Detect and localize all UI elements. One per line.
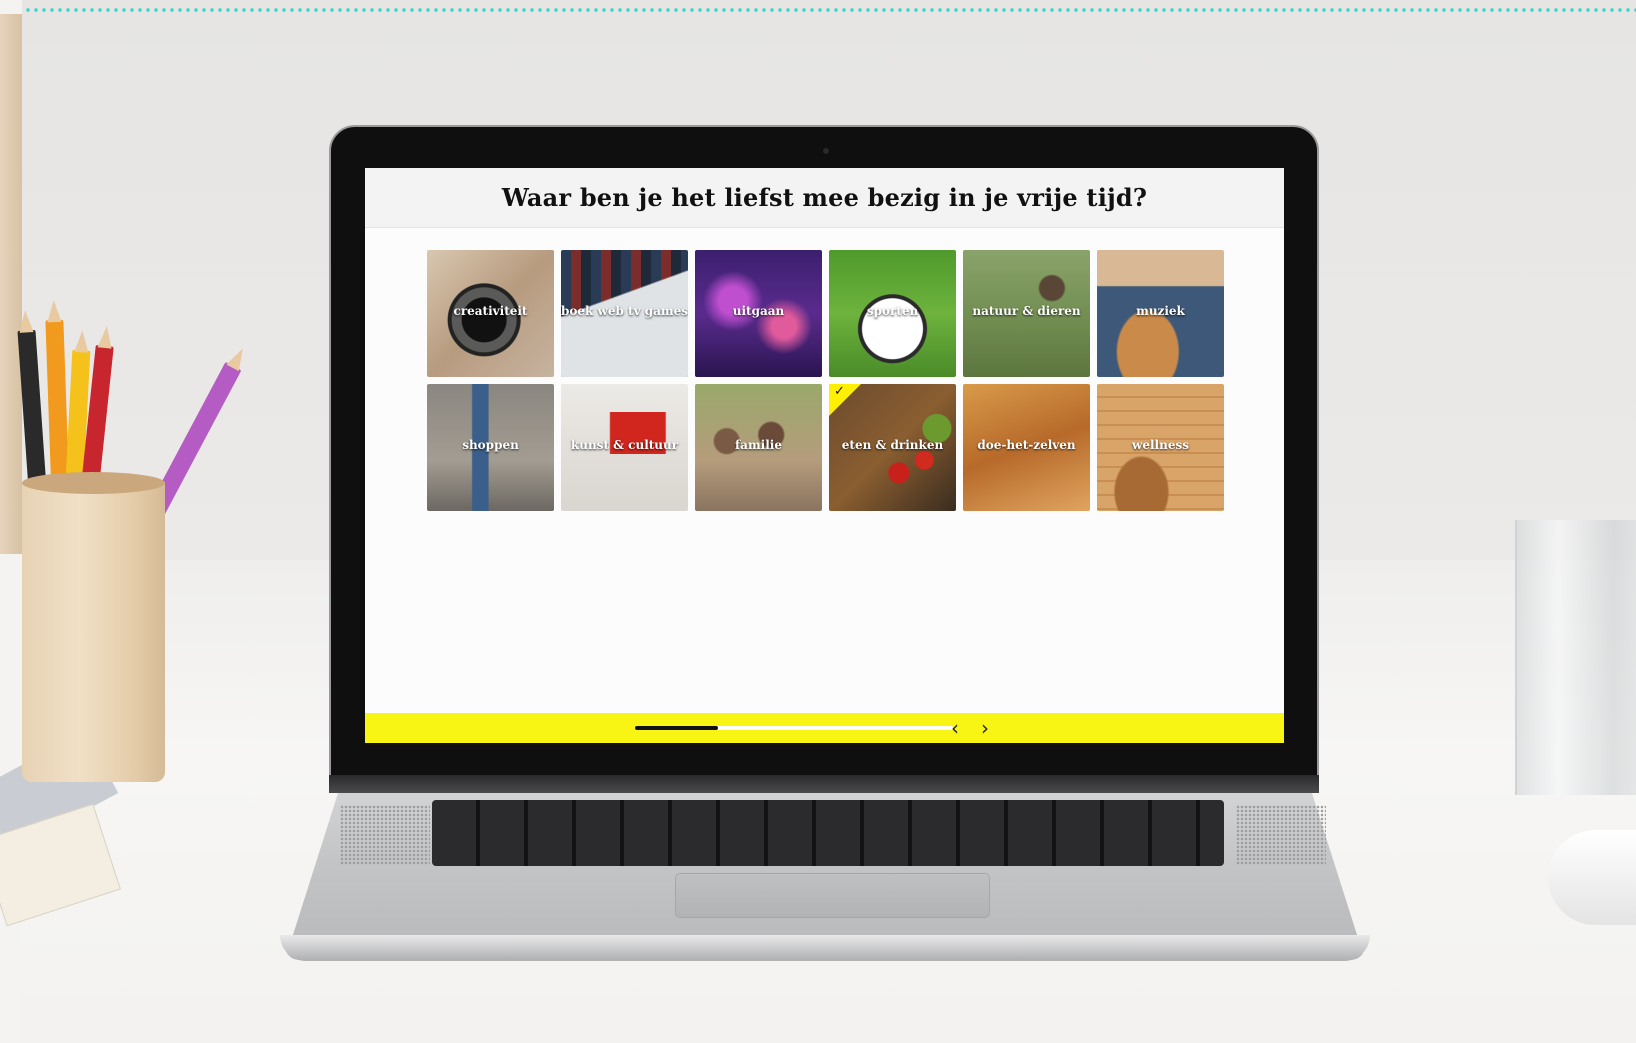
category-tile-shoppen[interactable]: shoppen — [427, 384, 554, 511]
quiz-footer: ‹ › — [365, 713, 1284, 743]
speaker-grille-right — [1236, 805, 1326, 865]
category-tile-natuur-en-dieren[interactable]: natuur & dieren — [963, 250, 1090, 377]
category-tile-wellness[interactable]: wellness — [1097, 384, 1224, 511]
chevron-right-icon[interactable]: › — [973, 716, 997, 740]
category-label: kunst & cultuur — [570, 438, 679, 452]
pencil-cup — [22, 472, 165, 782]
category-tile-muziek[interactable]: muziek — [1097, 250, 1224, 377]
laptop-hinge — [329, 775, 1319, 793]
laptop-screen: Waar ben je het liefst mee bezig in je v… — [365, 168, 1284, 743]
category-label: muziek — [1136, 304, 1185, 318]
desk-scene: Waar ben je het liefst mee bezig in je v… — [0, 0, 1636, 1043]
category-tile-kunst-en-cultuur[interactable]: kunst & cultuur — [561, 384, 688, 511]
category-label: familie — [735, 438, 782, 452]
mouse — [1548, 830, 1636, 925]
category-label: shoppen — [462, 438, 519, 452]
category-tile-eten-en-drinken[interactable]: ✓ eten & drinken — [829, 384, 956, 511]
question-header: Waar ben je het liefst mee bezig in je v… — [365, 168, 1284, 228]
keyboard — [432, 800, 1224, 866]
category-label: boek web tv games — [561, 304, 688, 318]
check-icon: ✓ — [834, 384, 845, 399]
category-label: eten & drinken — [841, 438, 944, 452]
category-label: wellness — [1132, 438, 1189, 452]
category-label: creativiteit — [453, 304, 528, 318]
question-title: Waar ben je het liefst mee bezig in je v… — [501, 183, 1148, 212]
category-tile-familie[interactable]: familie — [695, 384, 822, 511]
category-tile-creativiteit[interactable]: creativiteit — [427, 250, 554, 377]
category-label: uitgaan — [732, 304, 785, 318]
category-grid: creativiteit boek web tv games uitgaan s… — [427, 250, 1224, 511]
speaker-grille-left — [340, 805, 430, 865]
category-tile-sporten[interactable]: sporten — [829, 250, 956, 377]
camera-icon — [823, 148, 829, 154]
dotted-border — [0, 8, 1636, 12]
water-glass — [1515, 520, 1636, 795]
category-label: natuur & dieren — [972, 304, 1081, 318]
chevron-left-icon[interactable]: ‹ — [943, 716, 967, 740]
category-tile-uitgaan[interactable]: uitgaan — [695, 250, 822, 377]
progress-fill — [635, 726, 718, 730]
category-tile-doe-het-zelven[interactable]: doe-het-zelven — [963, 384, 1090, 511]
trackpad — [675, 873, 990, 918]
category-label: doe-het-zelven — [977, 438, 1076, 452]
category-tile-boek-web-tv-games[interactable]: boek web tv games — [561, 250, 688, 377]
progress-bar — [635, 726, 953, 730]
category-label: sporten — [866, 304, 919, 318]
laptop-base-edge — [280, 935, 1370, 961]
